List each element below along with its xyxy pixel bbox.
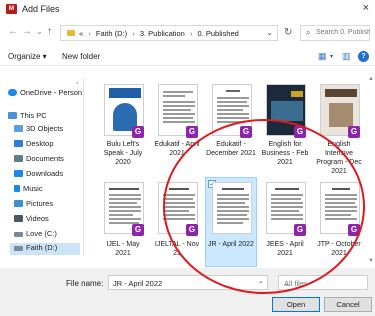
forward-arrow-icon[interactable]: → bbox=[22, 26, 32, 37]
cover-photo bbox=[271, 101, 303, 121]
sidebar-item-videos[interactable]: Videos bbox=[14, 214, 49, 226]
navigation-pane: ^ OneDrive - Person This PC 3D Objects D… bbox=[0, 78, 84, 256]
vertical-scrollbar[interactable]: ▲ ▼ bbox=[368, 74, 375, 268]
command-bar: Organize ▾ New folder ▦ ▾ ▥ ? bbox=[0, 48, 375, 66]
sidebar-item-music[interactable]: Music bbox=[14, 184, 43, 196]
chevron-down-icon[interactable]: ⌄ bbox=[266, 28, 273, 37]
file-item[interactable]: G IJEL - May 2021 bbox=[98, 178, 148, 266]
drive-icon bbox=[14, 232, 23, 237]
sidebar-item-this-pc[interactable]: This PC bbox=[8, 111, 47, 123]
back-arrow-icon[interactable]: ← bbox=[8, 26, 18, 37]
sidebar-item-desktop[interactable]: Desktop bbox=[14, 139, 54, 151]
file-name-value: JR - April 2022 bbox=[113, 279, 163, 288]
cover-photo bbox=[329, 103, 353, 127]
file-name: IJEL - May 2021 bbox=[106, 241, 140, 257]
sidebar-item-3d-objects[interactable]: 3D Objects bbox=[14, 124, 63, 136]
organize-menu[interactable]: Organize ▾ bbox=[8, 52, 47, 61]
breadcrumb-separator-icon: › bbox=[132, 29, 135, 38]
scroll-down-icon[interactable]: ▼ bbox=[368, 258, 374, 264]
app-badge-icon: G bbox=[348, 126, 360, 138]
breadcrumb-drive[interactable]: Faith (D:) bbox=[96, 29, 127, 38]
breadcrumb-published[interactable]: 0. Published bbox=[198, 29, 239, 38]
sidebar-item-documents[interactable]: Documents bbox=[14, 154, 64, 166]
search-input[interactable]: ⌕ Search 0. Published bbox=[300, 25, 370, 41]
scroll-up-icon[interactable]: ▲ bbox=[368, 76, 374, 82]
file-item[interactable]: G Bulu Left's Speak - July 2020 bbox=[98, 80, 148, 168]
file-name-label: File name: bbox=[66, 279, 104, 288]
documents-icon bbox=[14, 155, 23, 162]
cube-icon bbox=[14, 125, 23, 132]
downloads-icon bbox=[14, 170, 23, 177]
sidebar-item-love-c[interactable]: Love (C:) bbox=[14, 229, 57, 241]
new-folder-button[interactable]: New folder bbox=[62, 52, 100, 61]
sidebar-item-faith-d[interactable]: Faith (D:) bbox=[10, 243, 80, 255]
app-badge-icon: G bbox=[132, 224, 144, 236]
address-bar[interactable]: « › Faith (D:) › 3. Publication › 0. Pub… bbox=[60, 25, 278, 41]
search-icon: ⌕ bbox=[306, 28, 311, 37]
breadcrumb-overflow[interactable]: « bbox=[79, 29, 83, 38]
sidebar-item-downloads[interactable]: Downloads bbox=[14, 169, 63, 181]
window-title: Add Files bbox=[22, 4, 60, 14]
desktop-icon bbox=[14, 140, 23, 147]
refresh-icon[interactable]: ↻ bbox=[284, 27, 292, 38]
breadcrumb-publication[interactable]: 3. Publication bbox=[140, 29, 185, 38]
chevron-down-icon[interactable]: ▾ bbox=[330, 53, 333, 60]
folder-icon bbox=[67, 30, 75, 36]
search-placeholder: Search 0. Published bbox=[316, 29, 370, 36]
videos-icon bbox=[14, 215, 23, 222]
app-icon: M bbox=[6, 4, 17, 14]
recent-dropdown-icon[interactable]: ⌄ bbox=[36, 27, 43, 36]
cancel-button[interactable]: Cancel bbox=[324, 297, 372, 312]
breadcrumb-separator-icon: › bbox=[189, 29, 193, 38]
app-badge-icon: G bbox=[186, 126, 198, 138]
sidebar-item-pictures[interactable]: Pictures bbox=[14, 199, 53, 211]
open-button[interactable]: Open bbox=[272, 297, 320, 312]
title-bar: M Add Files × bbox=[0, 0, 375, 18]
pictures-icon bbox=[14, 200, 23, 207]
preview-pane-icon[interactable]: ▥ bbox=[342, 51, 351, 62]
close-icon[interactable]: × bbox=[363, 2, 369, 14]
sidebar-item-onedrive[interactable]: OneDrive - Person bbox=[8, 88, 82, 100]
file-name: Bulu Left's Speak - July 2020 bbox=[103, 141, 143, 166]
address-row: ← → ⌄ ↑ « › Faith (D:) › 3. Publication … bbox=[0, 22, 375, 44]
view-options-icon[interactable]: ▦ bbox=[318, 51, 327, 62]
breadcrumb: « › Faith (D:) › 3. Publication › 0. Pub… bbox=[79, 29, 239, 38]
cloud-icon bbox=[8, 89, 17, 96]
cover-accent bbox=[291, 91, 303, 97]
app-badge-icon: G bbox=[132, 126, 144, 138]
help-icon[interactable]: ? bbox=[358, 51, 369, 62]
annotation-circle bbox=[163, 119, 365, 294]
drive-icon bbox=[14, 246, 23, 251]
breadcrumb-separator-icon: › bbox=[88, 29, 91, 38]
up-arrow-icon[interactable]: ↑ bbox=[47, 26, 52, 37]
cover-banner bbox=[109, 88, 141, 98]
cover-banner bbox=[325, 89, 357, 97]
music-icon bbox=[14, 185, 20, 192]
pc-icon bbox=[8, 112, 17, 119]
